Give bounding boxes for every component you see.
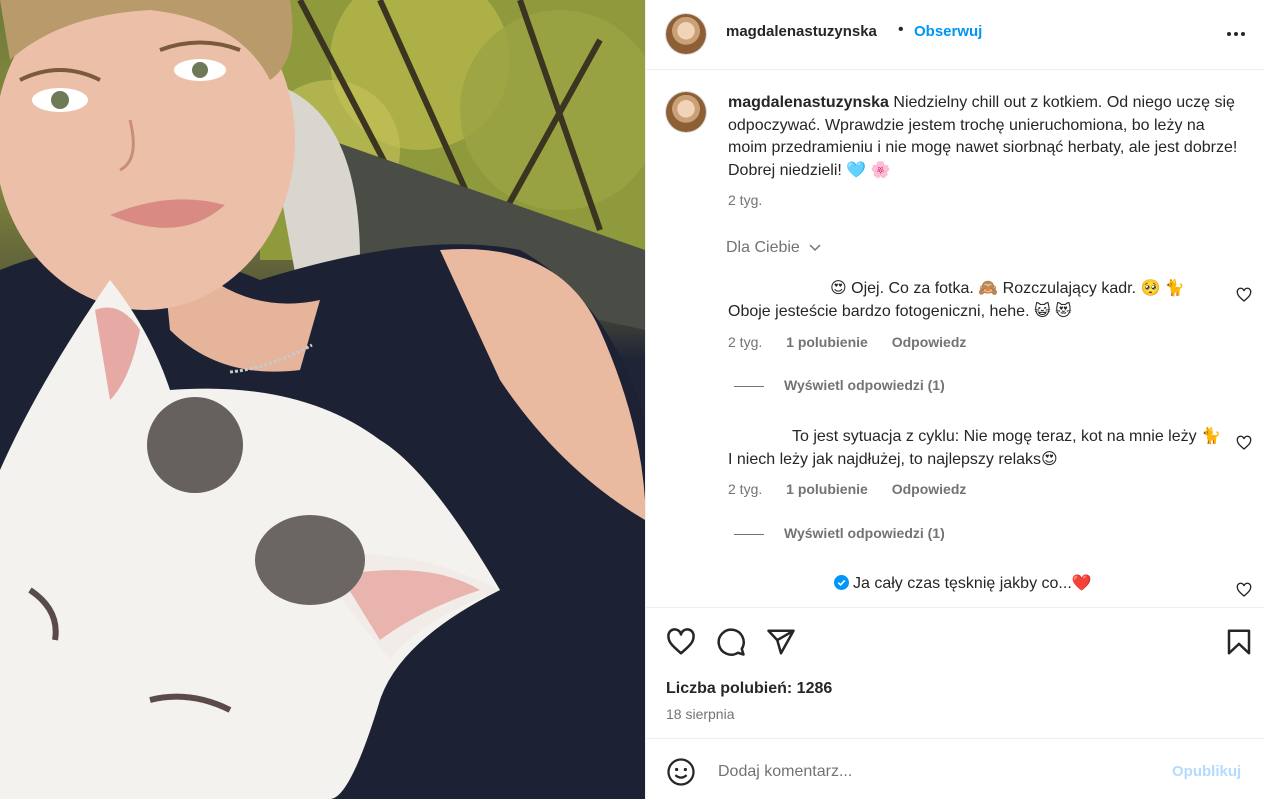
heart-icon[interactable] bbox=[666, 627, 696, 657]
reply-button[interactable]: Odpowiedz bbox=[892, 334, 967, 350]
view-replies-button[interactable]: Wyświetl odpowiedzi (1) bbox=[734, 525, 945, 541]
comment-time[interactable]: 2 tyg. bbox=[728, 334, 762, 350]
post-caption: magdalenastuzynska Niedzielny chill out … bbox=[728, 92, 1240, 182]
bookmark-icon[interactable] bbox=[1224, 627, 1254, 657]
comment-likes-count[interactable]: 1 polubienie bbox=[786, 481, 868, 497]
comment-text: Ja cały czas tęsknię jakby co...❤️ bbox=[853, 575, 1092, 592]
post-actions: Liczba polubień: 1286 18 sierpnia bbox=[646, 607, 1264, 739]
view-replies-button[interactable]: Wyświetl odpowiedzi (1) bbox=[734, 377, 945, 393]
comment-item: Ja cały czas tęsknię jakby co...❤️ bbox=[834, 572, 1234, 595]
photo-illustration bbox=[0, 0, 645, 799]
likes-count[interactable]: Liczba polubień: 1286 bbox=[666, 680, 832, 698]
comment-meta: 2 tyg. 1 polubienie Odpowiedz bbox=[728, 334, 986, 350]
send-icon[interactable] bbox=[766, 627, 796, 657]
follow-button[interactable]: Obserwuj bbox=[914, 23, 982, 40]
caption-username[interactable]: magdalenastuzynska bbox=[728, 94, 889, 111]
comment-icon[interactable] bbox=[716, 627, 746, 657]
comment-time[interactable]: 2 tyg. bbox=[728, 481, 762, 497]
post-date[interactable]: 18 sierpnia bbox=[666, 706, 735, 722]
comment-input[interactable] bbox=[716, 757, 1150, 787]
more-horizontal-icon[interactable] bbox=[1224, 22, 1248, 46]
caption-avatar[interactable] bbox=[666, 92, 706, 132]
reply-button[interactable]: Odpowiedz bbox=[892, 481, 967, 497]
verified-badge-icon bbox=[834, 575, 849, 590]
comment-text: 😍 Ojej. Co za fotka. 🙈 Rozczulający kadr… bbox=[728, 280, 1185, 320]
view-replies-label: Wyświetl odpowiedzi (1) bbox=[784, 377, 945, 393]
caption-timestamp[interactable]: 2 tyg. bbox=[728, 192, 762, 208]
comment-like-heart-icon[interactable] bbox=[1236, 287, 1252, 303]
post-side-panel: magdalenastuzynska • Obserwuj magdalenas… bbox=[645, 0, 1264, 799]
post-photo[interactable] bbox=[0, 0, 645, 799]
author-username[interactable]: magdalenastuzynska bbox=[726, 23, 877, 40]
comment-text: To jest sytuacja z cyklu: Nie mogę teraz… bbox=[728, 428, 1221, 468]
view-replies-label: Wyświetl odpowiedzi (1) bbox=[784, 525, 945, 541]
comment-like-heart-icon[interactable] bbox=[1236, 435, 1252, 451]
publish-button[interactable]: Opublikuj bbox=[1172, 763, 1241, 780]
comment-likes-count[interactable]: 1 polubienie bbox=[786, 334, 868, 350]
comments-sort-dropdown[interactable]: Dla Ciebie bbox=[726, 239, 822, 257]
add-comment-bar: Opublikuj bbox=[646, 738, 1264, 799]
emoji-icon[interactable] bbox=[666, 757, 696, 787]
post-header: magdalenastuzynska • Obserwuj bbox=[646, 0, 1264, 70]
comment-like-heart-icon[interactable] bbox=[1236, 582, 1252, 598]
comment-item: 😍 Ojej. Co za fotka. 🙈 Rozczulający kadr… bbox=[728, 277, 1228, 323]
header-separator: • bbox=[898, 21, 904, 38]
replies-divider-line bbox=[734, 533, 764, 535]
sort-label: Dla Ciebie bbox=[726, 239, 800, 256]
author-avatar[interactable] bbox=[666, 14, 706, 54]
comment-meta: 2 tyg. 1 polubienie Odpowiedz bbox=[728, 481, 986, 497]
replies-divider-line bbox=[734, 385, 764, 387]
chevron-down-icon bbox=[809, 244, 821, 251]
comment-item: To jest sytuacja z cyklu: Nie mogę teraz… bbox=[728, 425, 1228, 471]
